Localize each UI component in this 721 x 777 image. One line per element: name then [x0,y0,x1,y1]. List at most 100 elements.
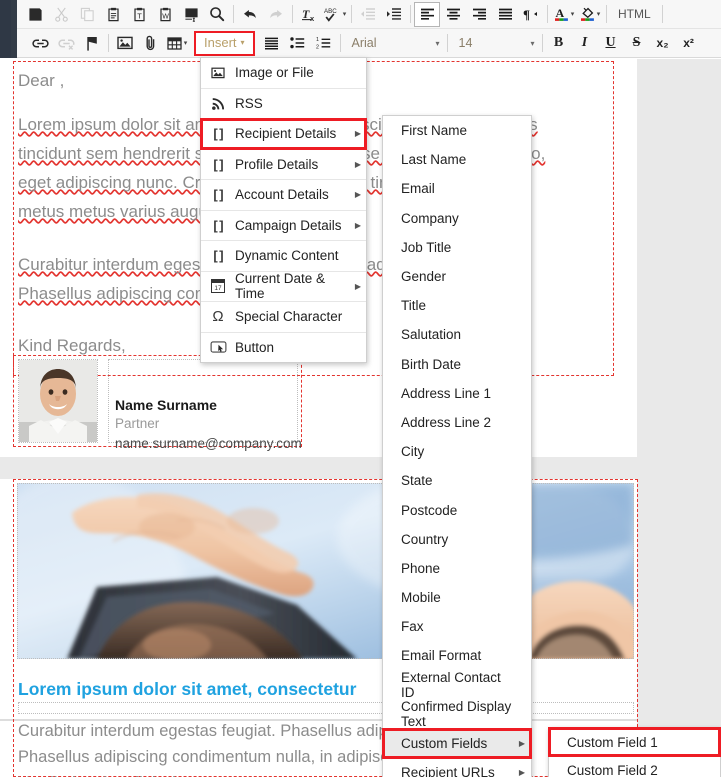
canvas-right-margin [637,59,721,777]
submenu-item-job-title[interactable]: Job Title [383,233,531,262]
menu-item-label: Campaign Details [235,217,342,233]
submenu-item-phone[interactable]: Phone [383,554,531,583]
italic-button[interactable]: I [572,31,598,55]
submenu-item-last-name[interactable]: Last Name [383,145,531,174]
custom-fields-submenu[interactable]: Custom Field 1 Custom Field 2 [548,727,721,777]
copy-icon[interactable] [74,2,100,27]
submenu-item-state[interactable]: State [383,466,531,495]
left-rail-outer [0,0,11,58]
bulleted-list-icon[interactable] [285,31,311,56]
submenu-item-address-line-2[interactable]: Address Line 2 [383,408,531,437]
underline-button[interactable]: U [598,31,624,55]
bold-button[interactable]: B [546,31,572,55]
submenu-arrow: ▶ [518,739,526,749]
insert-button[interactable]: Insert ▾ [194,30,255,56]
submenu-item-custom-field-2[interactable]: Custom Field 2 [549,756,720,777]
align-center-icon[interactable] [440,2,466,27]
paste-from-word-icon[interactable]: W [152,2,178,27]
chevron-down-icon: ▾ [435,38,440,48]
menu-item-special-character[interactable]: Ω Special Character [201,302,366,332]
menu-item-campaign-details[interactable]: [ ] Campaign Details ▶ [201,211,366,241]
link-icon[interactable] [27,31,53,56]
submenu-item-salutation[interactable]: Salutation [383,320,531,349]
unlink-icon[interactable] [53,31,79,56]
submenu-item-title[interactable]: Title [383,291,531,320]
remove-format-icon[interactable]: Tx [296,2,322,27]
menu-item-recipient-details[interactable]: [ ] Recipient Details ▶ [200,118,367,150]
submenu-item-fax[interactable]: Fax [383,612,531,641]
submenu-item-company[interactable]: Company [383,204,531,233]
menu-item-current-date-time[interactable]: 17 Current Date & Time ▶ [201,271,366,301]
strikethrough-button[interactable]: S [624,31,650,55]
submenu-item-address-line-1[interactable]: Address Line 1 [383,379,531,408]
submenu-item-custom-field-1[interactable]: Custom Field 1 [548,727,721,757]
align-justify-icon[interactable] [492,2,518,27]
redo-icon[interactable] [263,2,289,27]
menu-item-dynamic-content[interactable]: [ ] Dynamic Content [201,241,366,271]
align-left-icon[interactable] [414,1,440,27]
submenu-item-country[interactable]: Country [383,525,531,554]
menu-item-label: Button [235,339,275,355]
font-family-select[interactable]: Arial ▾ [344,31,444,55]
text-color-icon[interactable]: A ▾ [551,2,577,27]
submenu-item-email[interactable]: Email [383,174,531,203]
search-icon[interactable] [204,2,230,27]
text-direction-icon[interactable]: ¶ [518,2,544,27]
submenu-item-email-format[interactable]: Email Format [383,641,531,670]
image-icon [201,67,235,79]
paste-as-text-icon[interactable]: T [126,2,152,27]
save-icon[interactable] [22,2,48,27]
chevron-down-icon: ▾ [530,38,535,48]
superscript-button[interactable]: x² [676,31,702,55]
menu-item-image-or-file[interactable]: Image or File [201,58,366,88]
submenu-item-label: Postcode [401,502,458,518]
spellcheck-icon[interactable]: ABC ▾ [322,2,348,27]
recipient-details-submenu[interactable]: First Name Last Name Email Company Job T… [382,115,532,777]
html-button[interactable]: HTML [610,4,659,25]
font-size-select[interactable]: 14 ▾ [451,31,539,55]
paragraph-format-icon[interactable] [259,31,285,56]
menu-item-rss[interactable]: RSS [201,89,366,119]
attachment-icon[interactable] [138,31,164,56]
align-right-icon[interactable] [466,2,492,27]
submenu-item-birth-date[interactable]: Birth Date [383,350,531,379]
paste-icon[interactable] [100,2,126,27]
submenu-item-recipient-urls[interactable]: Recipient URLs ▶ [383,758,531,777]
submenu-item-label: Custom Fields [401,736,488,752]
numbered-list-icon[interactable]: 12 [311,31,337,56]
avatar [19,360,97,442]
canvas-gutter [0,457,721,479]
subscript-button[interactable]: x₂ [650,31,676,55]
undo-icon[interactable] [237,2,263,27]
calendar-icon: 17 [201,279,235,293]
article-body-line-3: Vestibulum in adipiscing... [18,770,208,777]
signature-email: name.surname@company.com [115,436,302,451]
outdent-icon[interactable] [355,2,381,27]
svg-text:W: W [162,13,169,20]
menu-item-account-details[interactable]: [ ] Account Details ▶ [201,180,366,210]
image-icon[interactable] [112,31,138,56]
indent-icon[interactable] [381,2,407,27]
submenu-item-confirmed-display-text[interactable]: Confirmed Display Text [383,699,531,729]
svg-text:T: T [302,7,310,21]
submenu-item-gender[interactable]: Gender [383,262,531,291]
submenu-item-first-name[interactable]: First Name [383,116,531,145]
menu-item-label: Profile Details [235,156,319,172]
select-all-icon[interactable] [178,2,204,27]
anchor-icon[interactable] [79,31,105,56]
menu-item-button[interactable]: Button [201,333,366,363]
brackets-icon: [ ] [213,217,223,233]
submenu-item-city[interactable]: City [383,437,531,466]
insert-dropdown-menu[interactable]: Image or File RSS [ ] Recipient Details … [200,57,367,363]
submenu-item-label: External Contact ID [401,670,501,701]
svg-text:T: T [137,11,142,20]
submenu-item-external-contact-id[interactable]: External Contact ID [383,670,531,701]
menu-item-profile-details[interactable]: [ ] Profile Details ▶ [201,150,366,180]
background-color-icon[interactable]: ▾ [577,2,603,27]
submenu-item-mobile[interactable]: Mobile [383,583,531,612]
submenu-item-label: Address Line 2 [401,414,492,430]
submenu-item-postcode[interactable]: Postcode [383,495,531,524]
submenu-item-custom-fields[interactable]: Custom Fields ▶ [382,727,532,760]
table-icon[interactable]: ▾ [164,31,190,56]
cut-icon[interactable] [48,2,74,27]
